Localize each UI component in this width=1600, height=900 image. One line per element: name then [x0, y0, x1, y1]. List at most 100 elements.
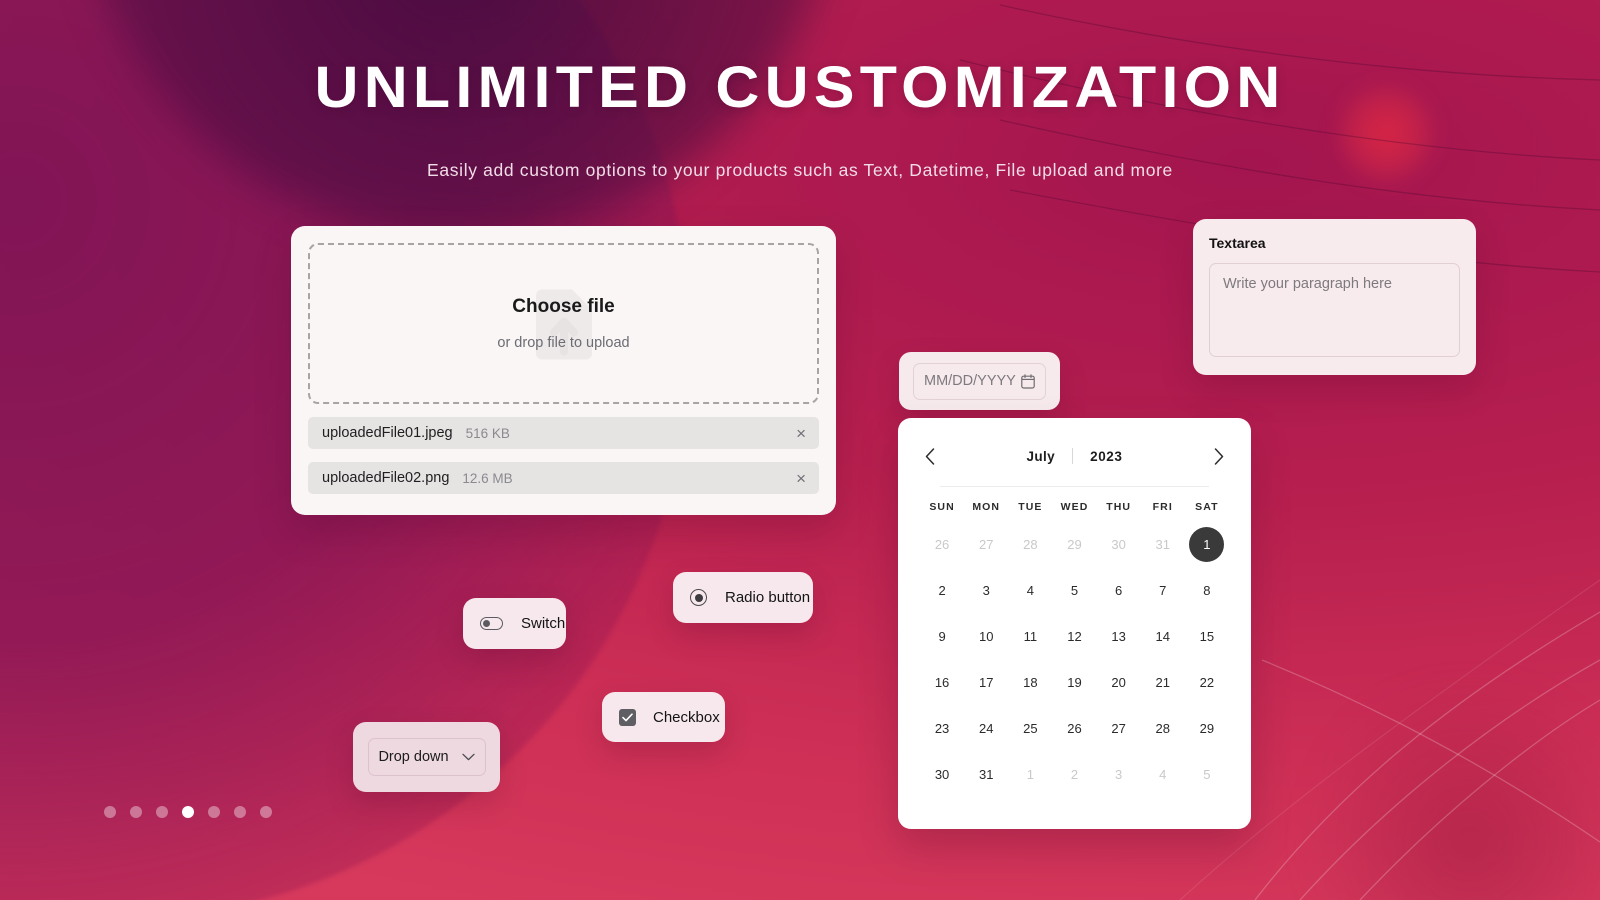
calendar-day[interactable]: 21 — [1141, 659, 1185, 705]
hero-header: UNLIMITED CUSTOMIZATION Easily add custo… — [0, 0, 1600, 181]
calendar-day[interactable]: 17 — [964, 659, 1008, 705]
calendar-day[interactable]: 6 — [1097, 567, 1141, 613]
close-icon[interactable]: × — [796, 470, 806, 487]
calendar-day[interactable]: 28 — [1141, 705, 1185, 751]
calendar-day[interactable]: 12 — [1052, 613, 1096, 659]
calendar-weekday: SUN — [929, 501, 955, 513]
calendar-day-number: 10 — [978, 628, 994, 644]
radio-icon[interactable] — [690, 589, 707, 606]
checkbox-control[interactable]: Checkbox — [602, 692, 725, 742]
calendar-day[interactable]: 9 — [920, 613, 964, 659]
calendar-day-number: 28 — [1155, 720, 1170, 736]
calendar-day-number: 2 — [1070, 766, 1079, 782]
calendar-day-number: 17 — [978, 674, 994, 690]
dropzone-title: Choose file — [512, 296, 615, 317]
switch-toggle-icon[interactable] — [480, 617, 503, 630]
dropdown-select[interactable]: Drop down — [367, 738, 486, 776]
calendar-day-number: 22 — [1199, 674, 1215, 690]
calendar-day-number: 6 — [1115, 582, 1123, 598]
textarea-input[interactable]: Write your paragraph here — [1209, 263, 1460, 357]
calendar-day[interactable]: 16 — [920, 659, 964, 705]
calendar-day[interactable]: 2 — [920, 567, 964, 613]
calendar-day[interactable]: 3 — [1097, 751, 1141, 797]
carousel-dot[interactable] — [234, 806, 246, 818]
calendar-day[interactable]: 5 — [1052, 567, 1096, 613]
radio-label: Radio button — [725, 589, 811, 606]
textarea-placeholder: Write your paragraph here — [1223, 276, 1392, 292]
calendar-weekday: THU — [1106, 501, 1132, 513]
calendar-day[interactable]: 29 — [1185, 705, 1229, 751]
carousel-dot-active[interactable] — [182, 806, 194, 818]
calendar-icon[interactable] — [1021, 373, 1035, 389]
calendar-weekday: FRI — [1152, 501, 1173, 513]
date-picker-calendar: July 2023 SUN MON TUE WED THU FRI SAT 26 27 28 29 3… — [898, 418, 1251, 829]
switch-control[interactable]: Switch — [463, 598, 566, 649]
chevron-right-icon[interactable] — [1209, 446, 1229, 466]
carousel-dot[interactable] — [260, 806, 272, 818]
calendar-day[interactable]: 26 — [1052, 705, 1096, 751]
calendar-month[interactable]: July — [1026, 449, 1055, 464]
textarea-card: Textarea Write your paragraph here — [1193, 219, 1476, 375]
calendar-day[interactable]: 3 — [964, 567, 1008, 613]
calendar-day-number: 28 — [1023, 536, 1038, 552]
calendar-day[interactable]: 10 — [964, 613, 1008, 659]
calendar-day-number: 30 — [934, 766, 950, 782]
calendar-day[interactable]: 30 — [920, 751, 964, 797]
calendar-day[interactable]: 26 — [920, 521, 964, 567]
calendar-year[interactable]: 2023 — [1090, 449, 1122, 464]
calendar-day-number: 29 — [1199, 720, 1215, 736]
calendar-day[interactable]: 15 — [1185, 613, 1229, 659]
calendar-day[interactable]: 24 — [964, 705, 1008, 751]
chevron-left-icon[interactable] — [920, 446, 940, 466]
date-input[interactable]: MM/DD/YYYY — [913, 362, 1046, 400]
calendar-day[interactable]: 22 — [1185, 659, 1229, 705]
calendar-day[interactable]: 13 — [1097, 613, 1141, 659]
carousel-dot[interactable] — [208, 806, 220, 818]
calendar-day[interactable]: 1 — [1008, 751, 1052, 797]
calendar-day[interactable]: 27 — [964, 521, 1008, 567]
calendar-day-number: 24 — [978, 720, 994, 736]
calendar-day[interactable]: 28 — [1008, 521, 1052, 567]
calendar-day-number: 11 — [1023, 628, 1038, 644]
calendar-day[interactable]: 18 — [1008, 659, 1052, 705]
calendar-weekday: SAT — [1195, 501, 1219, 513]
calendar-day[interactable]: 29 — [1052, 521, 1096, 567]
carousel-dot[interactable] — [156, 806, 168, 818]
calendar-day[interactable]: 30 — [1097, 521, 1141, 567]
calendar-day-number: 26 — [934, 536, 950, 552]
checkbox-icon[interactable] — [619, 708, 636, 726]
calendar-day[interactable]: 19 — [1052, 659, 1096, 705]
calendar-day-number: 2 — [938, 582, 946, 598]
calendar-day-number: 31 — [978, 766, 994, 782]
calendar-day[interactable]: 31 — [964, 751, 1008, 797]
calendar-day[interactable]: 25 — [1008, 705, 1052, 751]
calendar-header: July 2023 — [920, 438, 1229, 474]
calendar-day[interactable]: 23 — [920, 705, 964, 751]
close-icon[interactable]: × — [796, 425, 806, 442]
carousel-dot[interactable] — [130, 806, 142, 818]
calendar-day-selected[interactable]: 1 — [1185, 521, 1229, 567]
file-dropzone[interactable]: Choose file or drop file to upload — [308, 243, 819, 404]
calendar-day[interactable]: 31 — [1141, 521, 1185, 567]
file-name: uploadedFile01.jpeg — [322, 425, 453, 441]
carousel-dot[interactable] — [104, 806, 116, 818]
calendar-grid: SUN MON TUE WED THU FRI SAT 26 27 28 29 30 31 1 2 3 4 5 6 7… — [920, 501, 1229, 797]
calendar-day[interactable]: 5 — [1185, 751, 1229, 797]
calendar-day[interactable]: 2 — [1052, 751, 1096, 797]
calendar-day[interactable]: 11 — [1008, 613, 1052, 659]
calendar-day-number: 31 — [1155, 536, 1170, 552]
calendar-day[interactable]: 7 — [1141, 567, 1185, 613]
calendar-day-number: 8 — [1203, 582, 1211, 598]
radio-button-control[interactable]: Radio button — [673, 572, 813, 623]
calendar-day[interactable]: 20 — [1097, 659, 1141, 705]
calendar-day[interactable]: 14 — [1141, 613, 1185, 659]
calendar-day-number: 4 — [1026, 582, 1034, 598]
chevron-down-icon[interactable] — [461, 753, 475, 761]
calendar-day[interactable]: 4 — [1141, 751, 1185, 797]
calendar-day-number: 18 — [1023, 674, 1038, 690]
calendar-day-number: 5 — [1070, 582, 1079, 598]
calendar-day[interactable]: 8 — [1185, 567, 1229, 613]
calendar-day[interactable]: 4 — [1008, 567, 1052, 613]
calendar-day[interactable]: 27 — [1097, 705, 1141, 751]
calendar-day-number: 25 — [1023, 720, 1038, 736]
